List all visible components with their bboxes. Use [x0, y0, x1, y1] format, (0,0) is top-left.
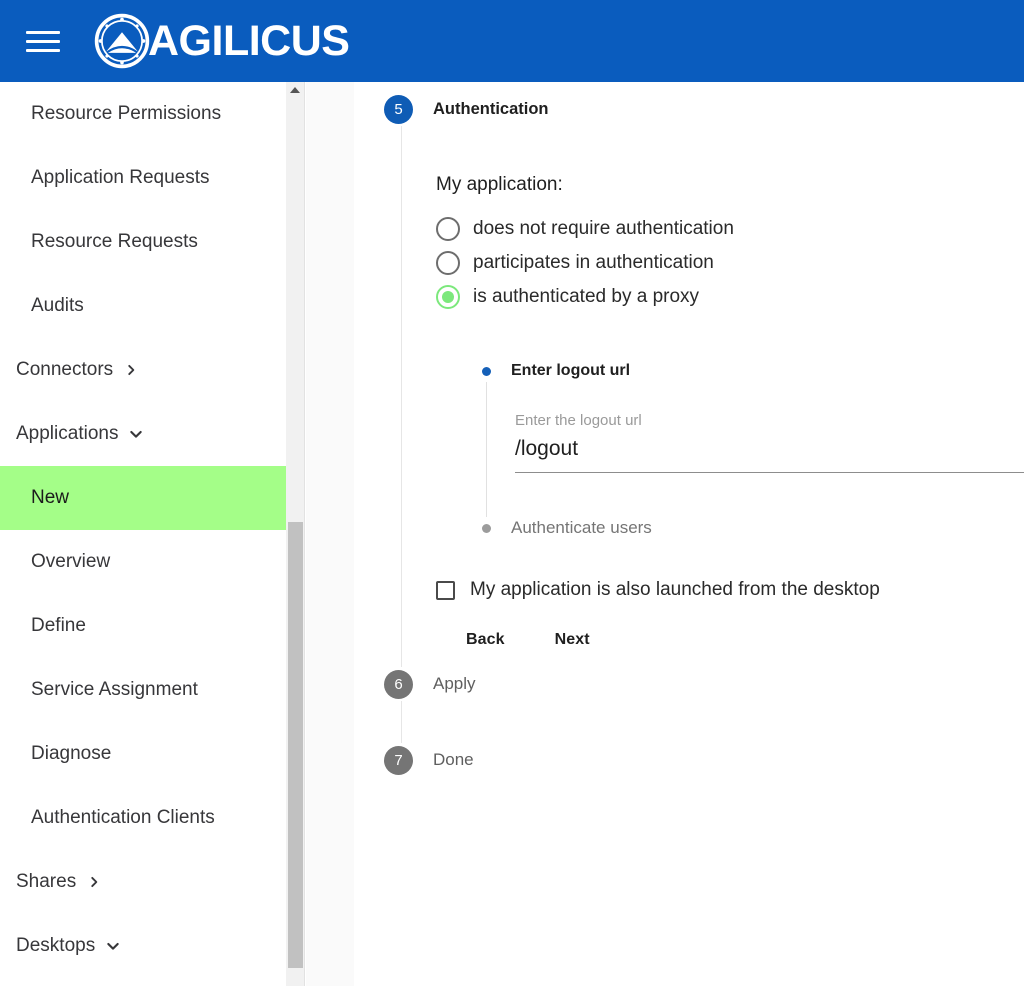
substep-bullet-icon [482, 524, 491, 533]
desktop-launch-checkbox[interactable] [436, 581, 455, 600]
radio-unselected-icon[interactable] [436, 217, 460, 241]
substep-bullet-icon [482, 367, 491, 376]
sidebar-item-audits[interactable]: Audits [0, 274, 286, 338]
sidebar-item-label: Application Requests [31, 167, 210, 189]
content-gutter [306, 82, 354, 986]
brand-name: AGILICUS [148, 20, 349, 63]
sidebar-item-authentication-clients[interactable]: Authentication Clients [0, 786, 286, 850]
substep-enter-logout-url-header[interactable]: Enter logout url [482, 360, 1024, 382]
radio-option-does-not-require-authentication[interactable]: does not require authentication [436, 212, 1024, 246]
step-authentication-header[interactable]: 5 Authentication [354, 92, 1024, 126]
sidebar-item-resource-permissions[interactable]: Resource Permissions [0, 82, 286, 146]
step-title: Apply [433, 674, 476, 694]
sidebar-item-applications[interactable]: Applications [0, 402, 286, 466]
back-button[interactable]: Back [450, 623, 521, 657]
hamburger-bar-1 [26, 31, 60, 34]
chevron-right-icon[interactable] [123, 362, 139, 378]
step-title: Done [433, 750, 474, 770]
logout-url-label: Enter the logout url [515, 412, 1024, 429]
sidebar-item-label: Desktops [16, 935, 95, 957]
chevron-right-icon[interactable] [86, 874, 102, 890]
radio-option-is-authenticated-by-a-proxy[interactable]: is authenticated by a proxy [436, 280, 1024, 314]
step-title: Authentication [433, 100, 549, 119]
scroll-up-arrow-icon[interactable] [290, 87, 300, 93]
sidebar-item-label: Applications [16, 423, 118, 445]
brand-logo[interactable]: AGILICUS [94, 13, 349, 69]
step-authentication-body: My application: does not require authent… [401, 126, 1024, 667]
hamburger-menu-icon[interactable] [26, 28, 60, 54]
main-content: 5 Authentication My application: does no… [354, 82, 1024, 986]
substep-title: Enter logout url [511, 362, 630, 380]
sidebar-item-label: Audits [31, 295, 84, 317]
authentication-mode-radio-group: does not require authentication participa… [436, 212, 1024, 314]
logout-url-input[interactable] [515, 437, 1024, 473]
chevron-down-icon[interactable] [105, 938, 121, 954]
desktop-launch-label: My application is also launched from the… [470, 579, 880, 601]
desktop-launch-checkbox-row[interactable]: My application is also launched from the… [436, 579, 1024, 601]
sidebar-item-service-assignment[interactable]: Service Assignment [0, 658, 286, 722]
sidebar-item-label: Connectors [16, 359, 113, 381]
sidebar-nav-list: Resource Permissions Application Requests… [0, 82, 286, 978]
agilicus-logo-icon [94, 13, 150, 69]
radio-option-label: does not require authentication [473, 218, 734, 240]
sidebar-item-label: Overview [31, 551, 110, 573]
hamburger-bar-2 [26, 40, 60, 43]
substep-title: Authenticate users [511, 518, 652, 538]
stepper-connector-line [401, 701, 1024, 743]
sidebar-item-overview[interactable]: Overview [0, 530, 286, 594]
authentication-substepper: Enter logout url Enter the logout url Au… [482, 360, 1024, 539]
sidebar-scrollbar[interactable] [286, 82, 305, 986]
sidebar-item-define[interactable]: Define [0, 594, 286, 658]
step-apply-header[interactable]: 6 Apply [354, 667, 1024, 701]
chevron-down-icon[interactable] [128, 426, 144, 442]
sidebar-item-shares[interactable]: Shares [0, 850, 286, 914]
radio-option-label: participates in authentication [473, 252, 714, 274]
sidebar-item-resource-requests[interactable]: Resource Requests [0, 210, 286, 274]
substep-enter-logout-url-body: Enter the logout url [486, 382, 1024, 517]
app-root: AGILICUS Resource Permissions Application… [0, 0, 1024, 986]
step-done-header[interactable]: 7 Done [354, 743, 1024, 777]
sidebar-item-desktops[interactable]: Desktops [0, 914, 286, 978]
sidebar-item-label: Define [31, 615, 86, 637]
sidebar-scrollbar-thumb[interactable] [288, 522, 303, 968]
sidebar-item-label: Diagnose [31, 743, 111, 765]
sidebar-item-connectors[interactable]: Connectors [0, 338, 286, 402]
logout-url-field: Enter the logout url [515, 412, 1024, 473]
radio-option-label: is authenticated by a proxy [473, 286, 699, 308]
radio-unselected-icon[interactable] [436, 251, 460, 275]
step-number-badge: 6 [384, 670, 413, 699]
sidebar-item-label: Authentication Clients [31, 807, 215, 829]
wizard-button-row: Back Next [450, 623, 1024, 657]
radio-option-participates-in-authentication[interactable]: participates in authentication [436, 246, 1024, 280]
sidebar-item-label: Resource Permissions [31, 103, 221, 125]
hamburger-bar-3 [26, 49, 60, 52]
step-number-badge: 5 [384, 95, 413, 124]
radio-selected-icon[interactable] [436, 285, 460, 309]
sidebar-item-application-requests[interactable]: Application Requests [0, 146, 286, 210]
substep-authenticate-users-header[interactable]: Authenticate users [482, 517, 1024, 539]
sidebar-item-label: Resource Requests [31, 231, 198, 253]
sidebar-item-label: Shares [16, 871, 76, 893]
my-application-prompt: My application: [436, 174, 1024, 196]
sidebar-item-label: Service Assignment [31, 679, 198, 701]
top-app-bar: AGILICUS [0, 0, 1024, 82]
step-number-badge: 7 [384, 746, 413, 775]
sidebar-item-label: New [31, 487, 69, 509]
next-button[interactable]: Next [539, 623, 606, 657]
application-wizard-stepper: 5 Authentication My application: does no… [354, 82, 1024, 777]
sidebar-item-new[interactable]: New [0, 466, 286, 530]
sidebar-item-diagnose[interactable]: Diagnose [0, 722, 286, 786]
sidebar-nav: Resource Permissions Application Requests… [0, 82, 286, 986]
